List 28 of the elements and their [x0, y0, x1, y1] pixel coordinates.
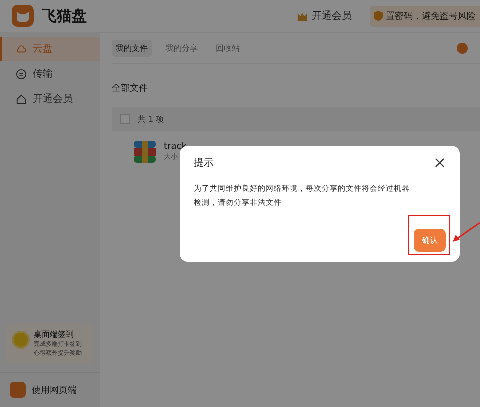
vip-link[interactable]: 开通会员: [312, 9, 352, 23]
security-notice[interactable]: 置密码，避免盗号风险: [370, 6, 480, 26]
crown-icon: [297, 10, 308, 22]
file-count: 共 1 项: [138, 114, 164, 124]
web-link-text: 使用网页端: [32, 384, 77, 396]
sidebar-item[interactable]: 开通会员: [0, 87, 100, 111]
transfer-icon: [16, 68, 27, 80]
dialog-title: 提示: [194, 157, 214, 170]
security-notice-text: 置密码，避免盗号风险: [386, 10, 476, 22]
confirm-button[interactable]: 确认: [414, 229, 446, 252]
sidebar-item[interactable]: 传输: [0, 62, 100, 86]
annotation-arrow: [452, 222, 480, 244]
shield-icon: [374, 11, 383, 21]
coin-icon: [12, 331, 30, 349]
highlight-frame: [408, 215, 450, 255]
web-link[interactable]: 使用网页端: [0, 372, 100, 407]
checkin-title: 桌面端签到: [34, 329, 75, 340]
tab[interactable]: 回收站: [212, 40, 244, 56]
close-button[interactable]: [434, 157, 446, 169]
tab[interactable]: 我的分享: [162, 40, 202, 56]
select-all-checkbox[interactable]: [120, 114, 130, 124]
app-name: 飞猫盘: [42, 6, 87, 26]
tab[interactable]: 我的文件: [112, 40, 152, 56]
breadcrumb: 全部文件: [112, 82, 149, 95]
cloud-icon: [16, 44, 27, 54]
cat-logo-icon: [12, 5, 34, 27]
house-icon: [16, 94, 27, 104]
archive-file-icon: [134, 141, 156, 163]
